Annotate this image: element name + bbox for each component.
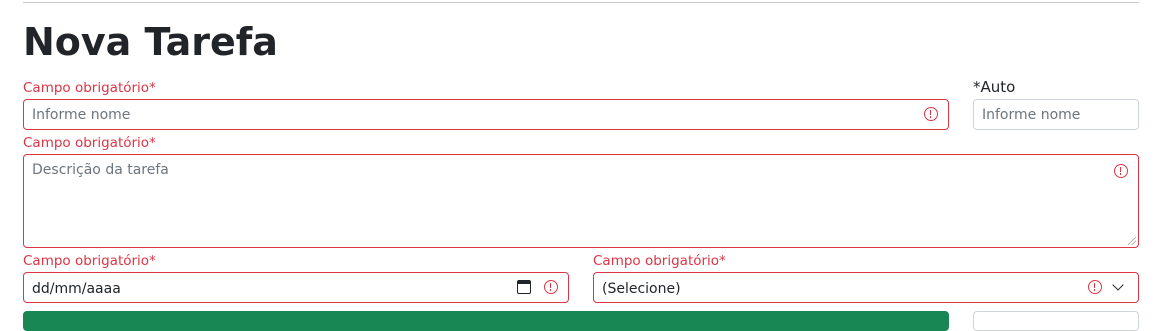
name-placeholder: Informe nome	[32, 107, 131, 123]
name-input[interactable]: Informe nome	[23, 99, 949, 130]
name-error-label: Campo obrigatório*	[23, 80, 156, 96]
auto-placeholder: Informe nome	[982, 107, 1081, 123]
error-icon	[924, 107, 938, 121]
select-error-label: Campo obrigatório*	[593, 253, 726, 269]
auto-label: *Auto	[973, 78, 1016, 96]
date-input[interactable]: dd/mm/aaaa	[23, 272, 569, 303]
error-icon	[1088, 280, 1102, 294]
category-select[interactable]: (Selecione)	[593, 272, 1139, 303]
description-error-label: Campo obrigatório*	[23, 135, 156, 151]
auto-input[interactable]: Informe nome	[973, 99, 1139, 130]
error-icon	[1114, 164, 1128, 178]
chevron-down-icon	[1112, 279, 1124, 291]
secondary-field[interactable]	[973, 311, 1139, 331]
submit-button[interactable]	[23, 311, 949, 331]
select-value: (Selecione)	[602, 281, 681, 297]
resize-handle[interactable]	[1128, 237, 1136, 245]
date-value: dd/mm/aaaa	[32, 281, 121, 297]
description-textarea[interactable]: Descrição da tarefa	[23, 154, 1139, 248]
description-placeholder: Descrição da tarefa	[32, 162, 169, 178]
top-divider	[23, 2, 1139, 3]
error-icon	[544, 280, 558, 294]
page-title: Nova Tarefa	[23, 20, 278, 64]
date-error-label: Campo obrigatório*	[23, 253, 156, 269]
calendar-icon[interactable]	[517, 280, 531, 294]
